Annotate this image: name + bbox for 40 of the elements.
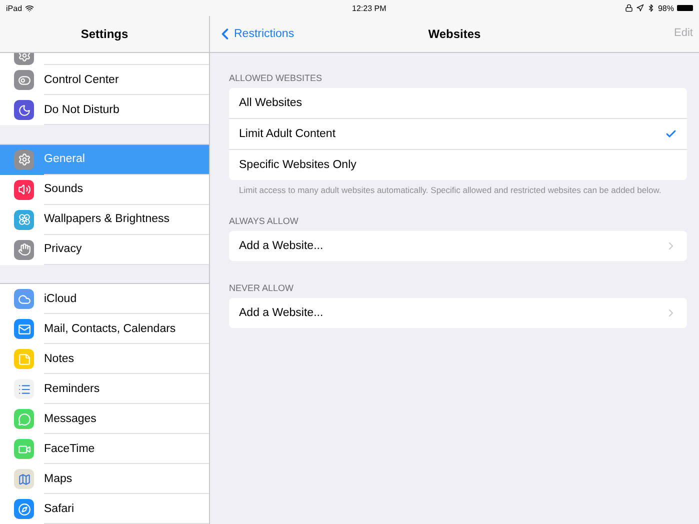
section-header: ALLOWED WEBSITES xyxy=(229,73,324,85)
sidebar-item-label: General xyxy=(44,153,85,165)
settings-row[interactable]: Limit Adult Content xyxy=(229,118,687,149)
sidebar-item-label: Maps xyxy=(44,472,72,484)
sidebar-item-label: Control Center xyxy=(44,74,119,86)
settings-row[interactable]: All Websites xyxy=(229,88,687,118)
sidebar-item-label: Reminders xyxy=(44,382,100,394)
lock-icon xyxy=(624,4,633,12)
sidebar-item-label: Messages xyxy=(44,412,96,424)
sidebar-item-label: FaceTime xyxy=(44,442,95,454)
wifi-icon xyxy=(25,4,34,12)
sidebar-item-label: iCloud xyxy=(44,292,77,304)
sidebar-title: Settings xyxy=(80,27,128,41)
back-button[interactable]: Restrictions xyxy=(216,25,294,43)
row-label: Limit Adult Content xyxy=(239,128,337,140)
device-name: iPad xyxy=(6,4,22,12)
detail-title: Websites xyxy=(428,27,481,41)
sidebar-item-label: Do Not Disturb xyxy=(44,104,120,116)
sidebar-item-label: Sounds xyxy=(44,183,84,195)
bluetooth-icon xyxy=(646,4,655,12)
sidebar-item-label: Notes xyxy=(44,352,74,364)
row-label: All Websites xyxy=(239,97,304,109)
location-icon xyxy=(636,4,644,12)
sidebar-item-label: Safari xyxy=(44,502,74,514)
row-label: Add a Website... xyxy=(239,240,324,252)
sidebar-item[interactable]: Sounds xyxy=(0,174,209,204)
section-header: NEVER ALLOW xyxy=(229,283,295,296)
row-label: Specific Websites Only xyxy=(239,159,358,171)
sidebar-item-label: Privacy xyxy=(44,243,82,255)
settings-row[interactable]: Add a Website... xyxy=(229,298,687,328)
section-header: ALWAYS ALLOW xyxy=(229,216,300,228)
settings-row[interactable]: Specific Websites Only xyxy=(229,149,687,180)
status-time: 12:23 PM xyxy=(352,4,386,12)
battery-icon xyxy=(677,5,693,11)
row-label: Add a Website... xyxy=(239,307,324,320)
settings-row[interactable]: Add a Website... xyxy=(229,231,687,262)
sidebar-item-label: Wallpapers & Brightness xyxy=(44,213,170,225)
sidebar-item-label: Mail, Contacts, Calendars xyxy=(44,322,176,334)
section-footer: Limit access to many adult websites automatically. Specific allowed and restricted websites can be added below. xyxy=(239,185,663,196)
battery-percent: 98% xyxy=(658,4,674,12)
